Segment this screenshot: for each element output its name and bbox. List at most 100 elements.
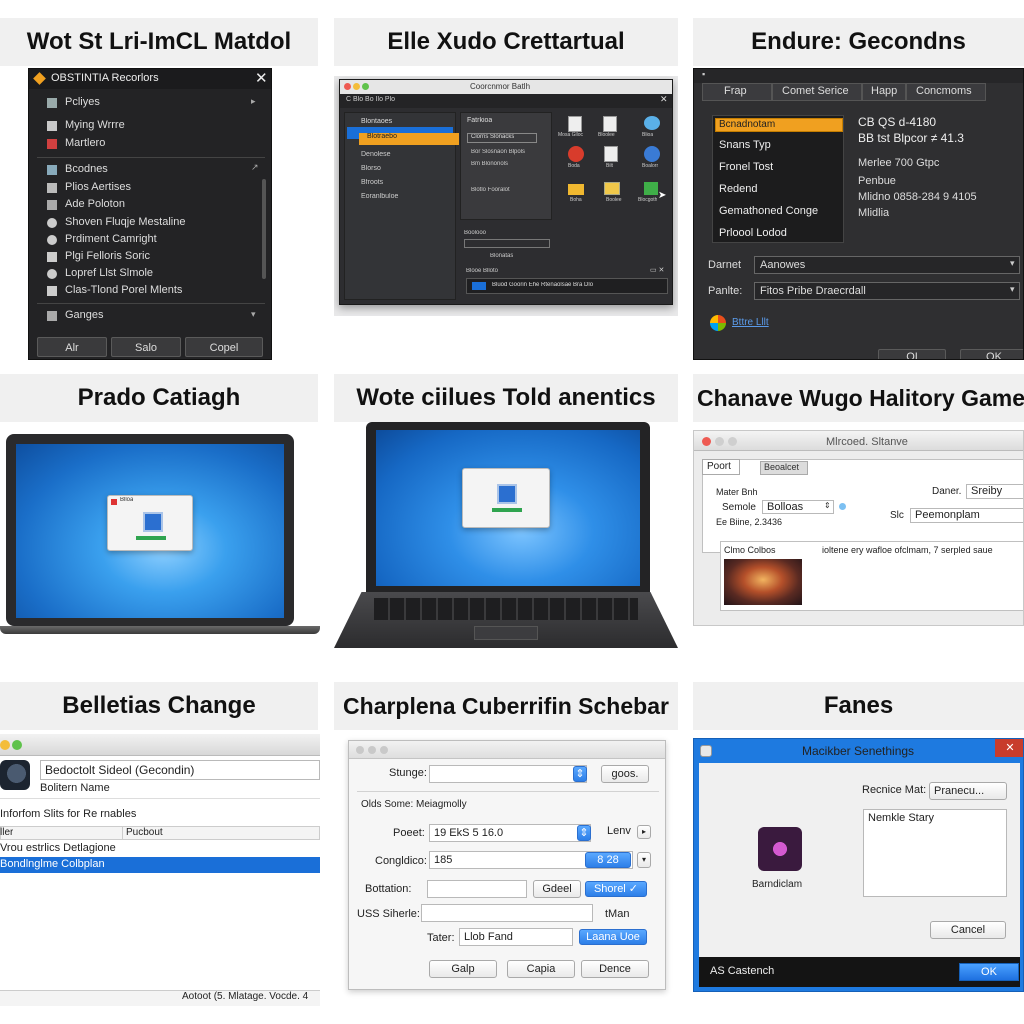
trackpad[interactable] [474,626,538,640]
list-item[interactable]: Bcodnes ↗ [37,161,259,179]
list-item[interactable]: Mying Wrrre [37,117,259,135]
list-item[interactable]: Plgi Felloris Soric [37,248,259,266]
detail-line: BB tst Blpcor ≠ 41.3 [858,131,964,145]
list-item-label: Martlero [65,137,106,149]
image-file-icon[interactable] [604,146,618,162]
list-item[interactable]: Ade Poloton [37,196,259,214]
stepper-icon[interactable]: ⇕ [824,501,831,510]
person-icon[interactable] [644,146,660,162]
list-item[interactable]: Martlero [37,135,259,153]
list-item[interactable]: Prloool Lodod [719,227,787,239]
table-row[interactable]: Vrou estrlics Detlagione [0,842,116,854]
dence-button[interactable]: Dence [581,960,649,978]
bottation-input[interactable] [427,880,527,898]
stunge-select[interactable] [429,765,587,783]
list-item-label: Mying Wrrre [65,119,125,131]
list-item[interactable]: Prdiment Camright [37,231,259,249]
galp-button[interactable]: Galp [429,960,497,978]
tater-input[interactable]: Llob Fand [459,928,573,946]
goos-button[interactable]: goos. [601,765,649,783]
minimize-dot[interactable] [353,83,360,90]
list-item[interactable]: Lopref Llst Slmole [37,265,259,283]
slc-select[interactable]: Peemonplam [910,508,1023,523]
list-item-label: Shoven Fluqje Mestaline [65,216,186,228]
minimize-dot[interactable] [0,740,10,750]
close-dot[interactable] [702,437,711,446]
chevron-down-icon[interactable]: ▾ [637,852,651,868]
panel-item[interactable]: Bor Slosnaon Blpols [471,149,525,155]
list-item[interactable]: Snans Typ [719,139,771,151]
input-value: 19 EkS 5 16.0 [434,827,504,839]
scrollbar[interactable] [262,179,266,279]
cancel-button[interactable]: Cancel [930,921,1006,939]
status-text: Aotoot (5. Mlatage. Vocde. 4 [182,991,309,1002]
laana-button[interactable]: Laana Uoe [579,929,647,945]
capia-button[interactable]: Capia [507,960,575,978]
folder-icon[interactable] [604,182,620,195]
close-dot[interactable] [356,746,364,754]
thumbnail-image[interactable] [724,559,802,605]
folder-icon[interactable] [568,184,584,195]
list-item[interactable]: Plios Aertises [37,179,259,197]
sidebar-item[interactable]: Blontaoes [361,118,392,125]
close-icon[interactable]: ✕ [660,94,668,105]
menu-items[interactable]: C Blo Bo Ilo Plo [346,96,395,103]
ok-button[interactable]: OK [959,963,1019,981]
icon-label: Blocgoth [638,197,658,203]
sidebar-item[interactable]: Blorso [361,165,381,172]
chevron-right-icon: ▸ [251,96,256,106]
document-icon[interactable] [603,116,617,132]
text-area[interactable]: Nemkle Stary [863,809,1007,897]
column-header[interactable]: Pucbout [126,827,163,838]
list-item[interactable]: Pcliyes ▸ [37,93,259,113]
maximize-dot[interactable] [380,746,388,754]
close-button[interactable]: ✕ [995,739,1023,757]
sidebar-item[interactable]: Eoranlbuloe [361,193,398,200]
minimize-dot[interactable] [715,437,724,446]
maximize-dot[interactable] [728,437,737,446]
app-icon[interactable] [644,182,658,195]
congldico-stepper[interactable]: 8 28 [585,852,631,868]
daner-select[interactable]: Sreiby [966,484,1023,499]
godeel-button[interactable]: Gdeel [533,880,581,898]
salo-button[interactable]: Salo [111,337,181,357]
list-item[interactable]: Clas-Tlond Porel Mlents [37,282,259,300]
list-item-label: Pcliyes [65,96,100,108]
sidebar-item[interactable]: Bfroots [361,179,383,186]
expand-icon[interactable]: ▭ ✕ [650,266,664,274]
panel-item[interactable]: Blotlo Fooralot [471,187,510,193]
poeet-input[interactable]: 19 EkS 5 16.0 [429,824,591,842]
record-icon[interactable] [568,146,584,162]
alr-button[interactable]: Alr [37,337,107,357]
list-item[interactable]: Shoven Fluqje Mestaline [37,214,259,232]
close-icon[interactable]: ✕ [255,69,268,87]
uss-input[interactable] [421,904,593,922]
panel-footer-select[interactable] [464,239,550,248]
globe-icon[interactable] [644,116,660,130]
stepper-icon[interactable]: ⇕ [577,825,591,841]
stepper-icon[interactable]: ▸ [637,825,651,839]
list-item[interactable]: Ganges ▾ [37,307,259,325]
help-link[interactable]: Bttre Lllt [732,317,769,328]
select-value: Sreiby [971,485,1003,497]
maximize-dot[interactable] [362,83,369,90]
stepper-icon[interactable]: ⇕ [573,766,587,782]
list-item[interactable]: Redend [719,183,758,195]
close-dot[interactable] [344,83,351,90]
minimize-dot[interactable] [368,746,376,754]
oi-button[interactable]: OI [878,349,946,359]
column-header[interactable]: ller [0,827,13,838]
recnice-select[interactable]: Pranecu... [929,782,1007,800]
list-item[interactable]: Gemathoned Conge [719,205,818,217]
document-icon[interactable] [568,116,582,132]
panel-heading: Fatrkioa [467,117,493,124]
list-item[interactable]: Fronel Tost [719,161,773,173]
copel-button[interactable]: Copel [185,337,263,357]
panel-item[interactable]: Bm Blononols [471,161,508,167]
sidebar-item[interactable]: Denolese [361,151,391,158]
panel-2-background: Coorcnmor Batlh C Blo Bo Ilo Plo ✕ Blont… [334,76,678,316]
maximize-dot[interactable] [12,740,22,750]
name-input[interactable]: Bedoctolt Sideol (Gecondin) [40,760,320,780]
shorel-button[interactable]: Shorel ✓ [585,881,647,897]
ok-button[interactable]: OK [960,349,1023,359]
